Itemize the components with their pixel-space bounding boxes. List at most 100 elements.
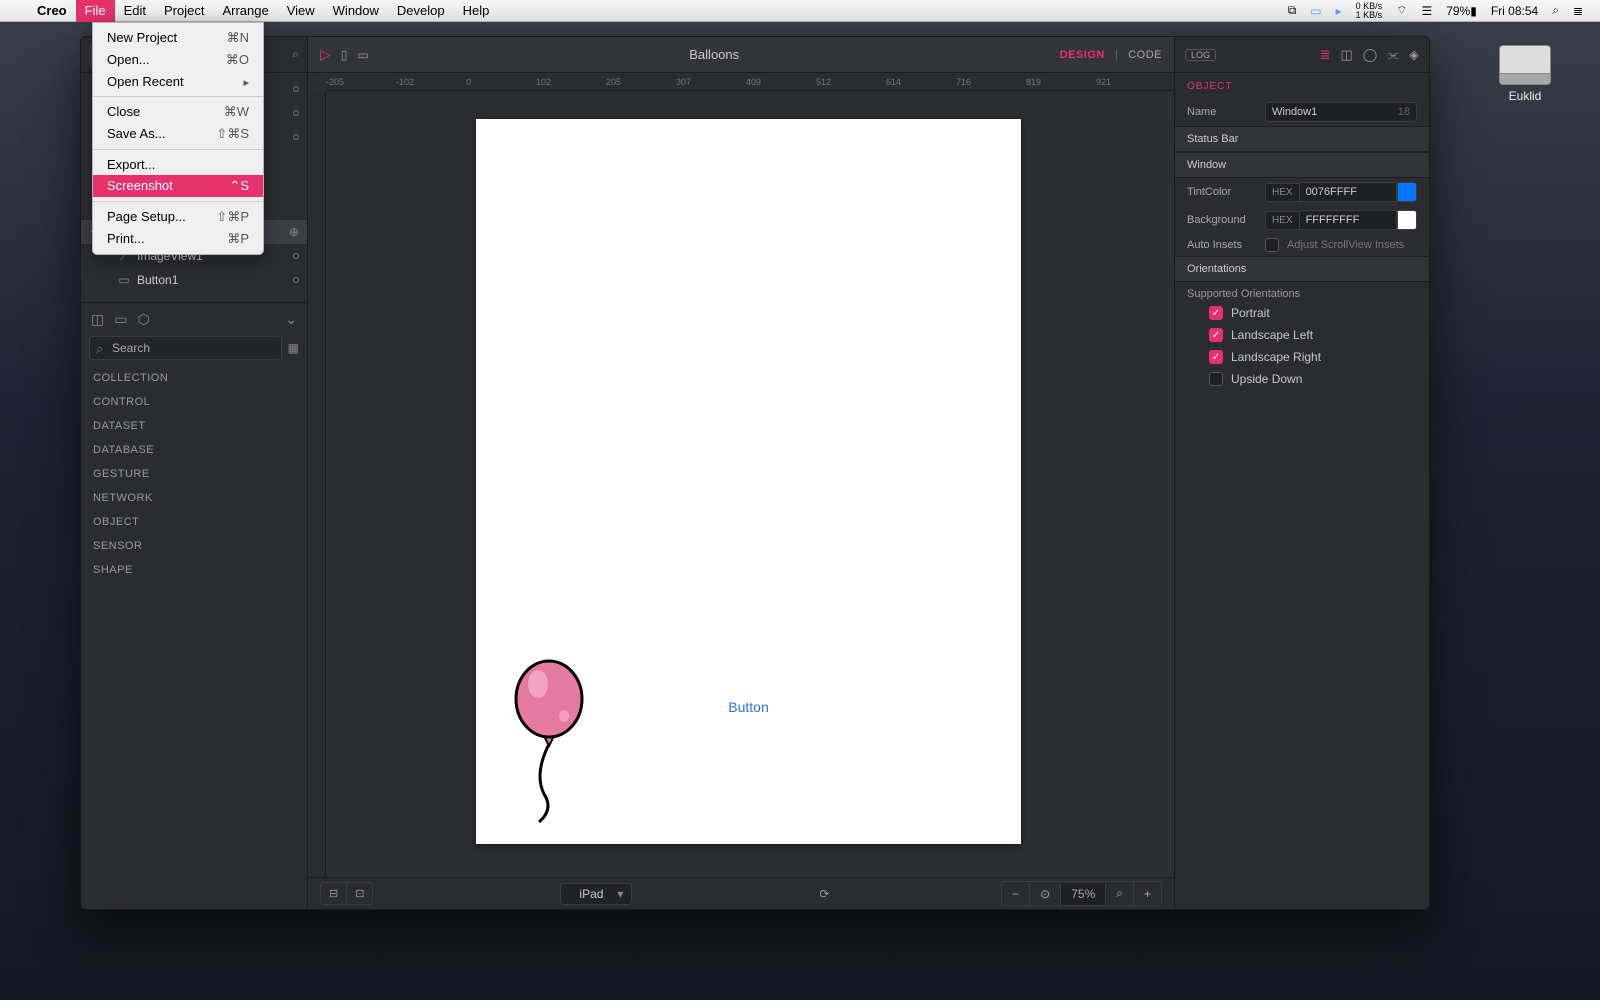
orient-landscape-left[interactable]: ✓Landscape Left [1175, 324, 1429, 346]
align-v-icon[interactable]: ⊡ [347, 883, 372, 904]
supported-label: Supported Orientations [1175, 282, 1429, 302]
bg-hex-input[interactable]: FFFFFFFF [1300, 210, 1397, 230]
mode-design[interactable]: DESIGN [1060, 49, 1105, 61]
inspector-panel: LOG ≣ ◫ ◯ ⫘ ◈ OBJECT Name Window118 Stat… [1174, 37, 1429, 909]
control-center-icon[interactable]: ☰ [1414, 4, 1439, 18]
desktop-disk[interactable]: Euklid [1490, 45, 1560, 103]
menu-project[interactable]: Project [155, 0, 213, 22]
name-input[interactable]: Window118 [1265, 102, 1417, 122]
palette-search-input[interactable]: Search [89, 336, 282, 360]
orient-upside-down[interactable]: Upside Down [1175, 368, 1429, 390]
monitor-icon[interactable]: ▭ [1303, 4, 1328, 18]
canvas-bottombar: ⊟⊡ iPad ⟳ − ⊙ 75% ⌕ + [308, 877, 1174, 909]
bg-hex-label: HEX [1265, 211, 1300, 230]
balloon-image[interactable] [514, 654, 604, 824]
tint-swatch[interactable] [1397, 182, 1417, 202]
clock[interactable]: Fri 08:54 [1484, 4, 1545, 18]
inspector-tab-link-icon[interactable]: ⫘ [1387, 47, 1399, 63]
inspector-tab-eye-icon[interactable]: ◈ [1409, 47, 1419, 63]
vertical-ruler [308, 91, 326, 877]
palette-tab-3[interactable]: ⬡ [137, 311, 149, 328]
palette-tab-1[interactable]: ◫ [91, 311, 104, 328]
orient-portrait[interactable]: ✓Portrait [1175, 302, 1429, 324]
menu-page-setup[interactable]: Page Setup...⇧⌘P [93, 206, 263, 228]
menu-open-recent[interactable]: Open Recent [93, 71, 263, 92]
document-title: Balloons [379, 47, 1050, 62]
menu-screenshot[interactable]: Screenshot⌃S [93, 175, 263, 197]
palette-tab-2[interactable]: ▭ [114, 311, 127, 328]
cat-database[interactable]: DATABASE [93, 444, 295, 456]
cat-object[interactable]: OBJECT [93, 516, 295, 528]
cat-control[interactable]: CONTROL [93, 396, 295, 408]
zoom-reset-button[interactable]: ⌕ [1106, 882, 1134, 905]
log-button[interactable]: LOG [1185, 49, 1216, 61]
spotlight-icon[interactable]: ⌕ [1545, 3, 1566, 18]
battery-status[interactable]: 79% ▮ [1439, 4, 1484, 18]
menu-print[interactable]: Print...⌘P [93, 228, 263, 250]
menu-new-project[interactable]: New Project⌘N [93, 27, 263, 49]
canvas-button[interactable]: Button [728, 699, 768, 715]
notifications-icon[interactable]: ≣ [1566, 4, 1590, 18]
menu-open[interactable]: Open...⌘O [93, 49, 263, 71]
canvas-area[interactable]: -205-1020102205307409512614716819921 But… [308, 73, 1174, 877]
zoom-out-button[interactable]: − [1002, 883, 1030, 905]
zoom-in-button[interactable]: + [1134, 883, 1161, 905]
menu-edit[interactable]: Edit [115, 0, 155, 22]
canvas-topbar: ▷ ▯ ▭ Balloons DESIGN | CODE [308, 37, 1174, 73]
file-menu-dropdown: New Project⌘N Open...⌘O Open Recent Clos… [92, 22, 264, 255]
menu-view[interactable]: View [278, 0, 324, 22]
cat-sensor[interactable]: SENSOR [93, 540, 295, 552]
menu-develop[interactable]: Develop [388, 0, 454, 22]
device-tablet-icon[interactable]: ▭ [357, 48, 368, 62]
zoom-controls: − ⊙ 75% ⌕ + [1001, 881, 1162, 906]
menu-save-as[interactable]: Save As...⇧⌘S [93, 123, 263, 145]
canvas-panel: ▷ ▯ ▭ Balloons DESIGN | CODE -205-102010… [308, 37, 1174, 909]
tree-item-button1[interactable]: ▭Button1 [81, 268, 307, 292]
play-status-icon[interactable]: ▸ [1329, 4, 1349, 18]
cat-network[interactable]: NETWORK [93, 492, 295, 504]
zoom-value[interactable]: 75% [1061, 883, 1106, 905]
horizontal-ruler: -205-1020102205307409512614716819921 [326, 73, 1174, 91]
mode-code[interactable]: CODE [1128, 49, 1162, 61]
device-phone-icon[interactable]: ▯ [341, 48, 348, 62]
grid-icon[interactable]: ▦ [288, 341, 299, 355]
artboard-window1[interactable]: Button [476, 119, 1021, 844]
checkbox-checked-icon: ✓ [1209, 306, 1223, 320]
menu-help[interactable]: Help [454, 0, 499, 22]
play-button[interactable]: ▷ [320, 46, 331, 63]
tint-hex-input[interactable]: 0076FFFF [1300, 182, 1397, 202]
checkbox-checked-icon: ✓ [1209, 328, 1223, 342]
add-icon[interactable]: ⊕ [289, 225, 299, 239]
cat-gesture[interactable]: GESTURE [93, 468, 295, 480]
wifi-icon[interactable]: ⌔ [1389, 3, 1414, 18]
inspector-tab-list-icon[interactable]: ≣ [1320, 47, 1331, 63]
menu-export[interactable]: Export... [93, 154, 263, 175]
device-selector[interactable]: iPad [560, 883, 632, 905]
align-h-icon[interactable]: ⊟ [321, 883, 347, 904]
rotate-icon[interactable]: ⟳ [819, 887, 829, 901]
menu-arrange[interactable]: Arrange [213, 0, 277, 22]
inspector-tab-layout-icon[interactable]: ◫ [1340, 47, 1352, 63]
search-icon[interactable]: ⌕ [292, 47, 299, 62]
zoom-fit-button[interactable]: ⊙ [1030, 883, 1061, 905]
checkbox-checked-icon: ✓ [1209, 350, 1223, 364]
statusbar-section[interactable]: Status Bar [1175, 126, 1429, 152]
menu-window[interactable]: Window [324, 0, 388, 22]
network-stats: 0 KB/s1 KB/s [1349, 2, 1390, 20]
autoinsets-checkbox[interactable] [1265, 238, 1279, 252]
cat-shape[interactable]: SHAPE [93, 564, 295, 576]
bg-swatch[interactable] [1397, 210, 1417, 230]
cat-collection[interactable]: COLLECTION [93, 372, 295, 384]
cat-dataset[interactable]: DATASET [93, 420, 295, 432]
orient-landscape-right[interactable]: ✓Landscape Right [1175, 346, 1429, 368]
mac-menubar: Creo File Edit Project Arrange View Wind… [0, 0, 1600, 22]
menu-app[interactable]: Creo [28, 0, 76, 22]
chevron-down-icon[interactable]: ⌄ [285, 311, 297, 328]
orientations-section[interactable]: Orientations [1175, 256, 1429, 282]
align-buttons[interactable]: ⊟⊡ [320, 882, 373, 905]
menu-close[interactable]: Close⌘W [93, 101, 263, 123]
inspector-tab-style-icon[interactable]: ◯ [1363, 47, 1378, 63]
dropbox-icon[interactable]: ⧉ [1281, 3, 1304, 18]
menu-file[interactable]: File [76, 0, 115, 22]
window-section[interactable]: Window [1175, 152, 1429, 178]
